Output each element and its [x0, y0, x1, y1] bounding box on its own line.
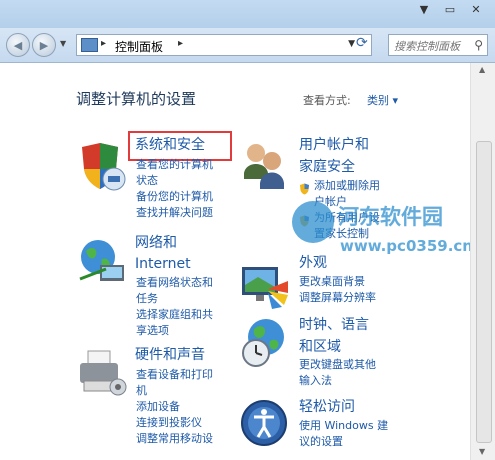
- link-windows-suggested-settings[interactable]: 使用 Windows 建: [299, 418, 388, 434]
- users-icon[interactable]: [238, 139, 292, 193]
- clock-globe-icon[interactable]: [238, 315, 292, 369]
- link-homegroup-sharing[interactable]: 选择家庭组和共: [136, 307, 213, 323]
- view-by-dropdown[interactable]: 类别 ▾: [367, 92, 398, 108]
- category-system-security[interactable]: 系统和安全: [135, 135, 205, 156]
- forward-button[interactable]: ▶: [32, 33, 56, 57]
- link-devices-printers-cont[interactable]: 机: [136, 383, 147, 399]
- address-dropdown-icon[interactable]: ▼: [348, 39, 355, 49]
- category-user-accounts-line2[interactable]: 家庭安全: [299, 157, 355, 178]
- title-bar: ▼ ▭ ✕: [0, 0, 495, 28]
- view-by-label: 查看方式:: [303, 94, 351, 107]
- breadcrumb-control-panel[interactable]: 控制面板: [115, 38, 163, 55]
- link-adjust-screen-resolution[interactable]: 调整屏幕分辨率: [299, 290, 376, 306]
- network-globe-icon[interactable]: [76, 235, 130, 289]
- refresh-icon[interactable]: ⟳: [356, 35, 368, 51]
- close-button[interactable]: ✕: [463, 0, 489, 18]
- scrollbar-thumb[interactable]: [476, 141, 492, 443]
- breadcrumb-separator-icon[interactable]: ▸: [178, 38, 183, 49]
- link-view-network-status-cont[interactable]: 任务: [136, 291, 158, 307]
- ease-of-access-icon[interactable]: [238, 397, 292, 451]
- address-bar[interactable]: ▸ 控制面板 ▸ ▼: [76, 34, 372, 56]
- category-clock-language-line2[interactable]: 和区域: [299, 337, 341, 358]
- printer-icon[interactable]: [76, 345, 130, 399]
- page-title: 调整计算机的设置: [76, 90, 197, 108]
- shield-icon[interactable]: [76, 139, 130, 193]
- link-add-remove-users[interactable]: 添加或删除用: [314, 178, 380, 194]
- link-view-computer-status[interactable]: 查看您的计算机: [136, 157, 213, 173]
- link-change-keyboard-cont[interactable]: 输入法: [299, 373, 332, 389]
- search-box[interactable]: ⚲: [388, 34, 488, 56]
- minimize-button[interactable]: ▼: [411, 0, 437, 18]
- watermark-logo-icon: [292, 201, 334, 243]
- link-devices-printers[interactable]: 查看设备和打印: [136, 367, 213, 383]
- category-clock-language-line1[interactable]: 时钟、语言: [299, 315, 369, 336]
- scroll-up-arrow-icon[interactable]: ▲: [479, 65, 485, 74]
- link-add-device[interactable]: 添加设备: [136, 399, 180, 415]
- link-change-desktop-background[interactable]: 更改桌面背景: [299, 274, 365, 290]
- back-button[interactable]: ◀: [6, 33, 30, 57]
- watermark-url: www.pc0359.cn: [340, 237, 473, 255]
- search-icon[interactable]: ⚲: [474, 38, 483, 52]
- appearance-monitor-icon[interactable]: [238, 259, 292, 313]
- navigation-bar: ◀ ▶ ▼ ▸ 控制面板 ▸ ▼ ⟳ ⚲: [0, 28, 495, 63]
- maximize-button[interactable]: ▭: [437, 0, 463, 18]
- link-backup-computer[interactable]: 备份您的计算机: [136, 189, 213, 205]
- link-homegroup-sharing-cont[interactable]: 享选项: [136, 323, 169, 339]
- recent-pages-dropdown-icon[interactable]: ▼: [60, 39, 66, 48]
- watermark-title: 河东软件园: [338, 205, 443, 229]
- category-network-internet-line2[interactable]: Internet: [135, 254, 191, 275]
- link-view-network-status[interactable]: 查看网络状态和: [136, 275, 213, 291]
- link-connect-projector[interactable]: 连接到投影仪: [136, 415, 202, 431]
- category-network-internet-line1[interactable]: 网络和: [135, 233, 177, 254]
- breadcrumb-separator-icon[interactable]: ▸: [101, 38, 106, 49]
- link-find-fix-problems[interactable]: 查找并解决问题: [136, 205, 213, 221]
- category-hardware-sound[interactable]: 硬件和声音: [135, 345, 205, 366]
- link-view-computer-status-cont[interactable]: 状态: [136, 173, 158, 189]
- link-change-keyboard[interactable]: 更改键盘或其他: [299, 357, 376, 373]
- category-ease-of-access[interactable]: 轻松访问: [299, 397, 355, 418]
- scroll-down-arrow-icon[interactable]: ▼: [479, 447, 485, 456]
- link-mobility-settings[interactable]: 调整常用移动设: [136, 431, 213, 447]
- control-panel-icon: [81, 38, 98, 52]
- window-controls: ▼ ▭ ✕: [411, 0, 489, 18]
- search-input[interactable]: [394, 40, 466, 53]
- uac-shield-icon: [299, 180, 310, 195]
- link-windows-suggested-settings-cont[interactable]: 议的设置: [299, 434, 343, 450]
- watermark: 河东软件园 www.pc0359.cn: [292, 197, 492, 267]
- content-area: 调整计算机的设置 查看方式: 类别 ▾ 系统和安全 查看您的计算机 状态 备份您…: [0, 63, 473, 460]
- category-user-accounts-line1[interactable]: 用户帐户和: [299, 135, 369, 156]
- vertical-scrollbar[interactable]: ▲ ▼: [470, 63, 495, 460]
